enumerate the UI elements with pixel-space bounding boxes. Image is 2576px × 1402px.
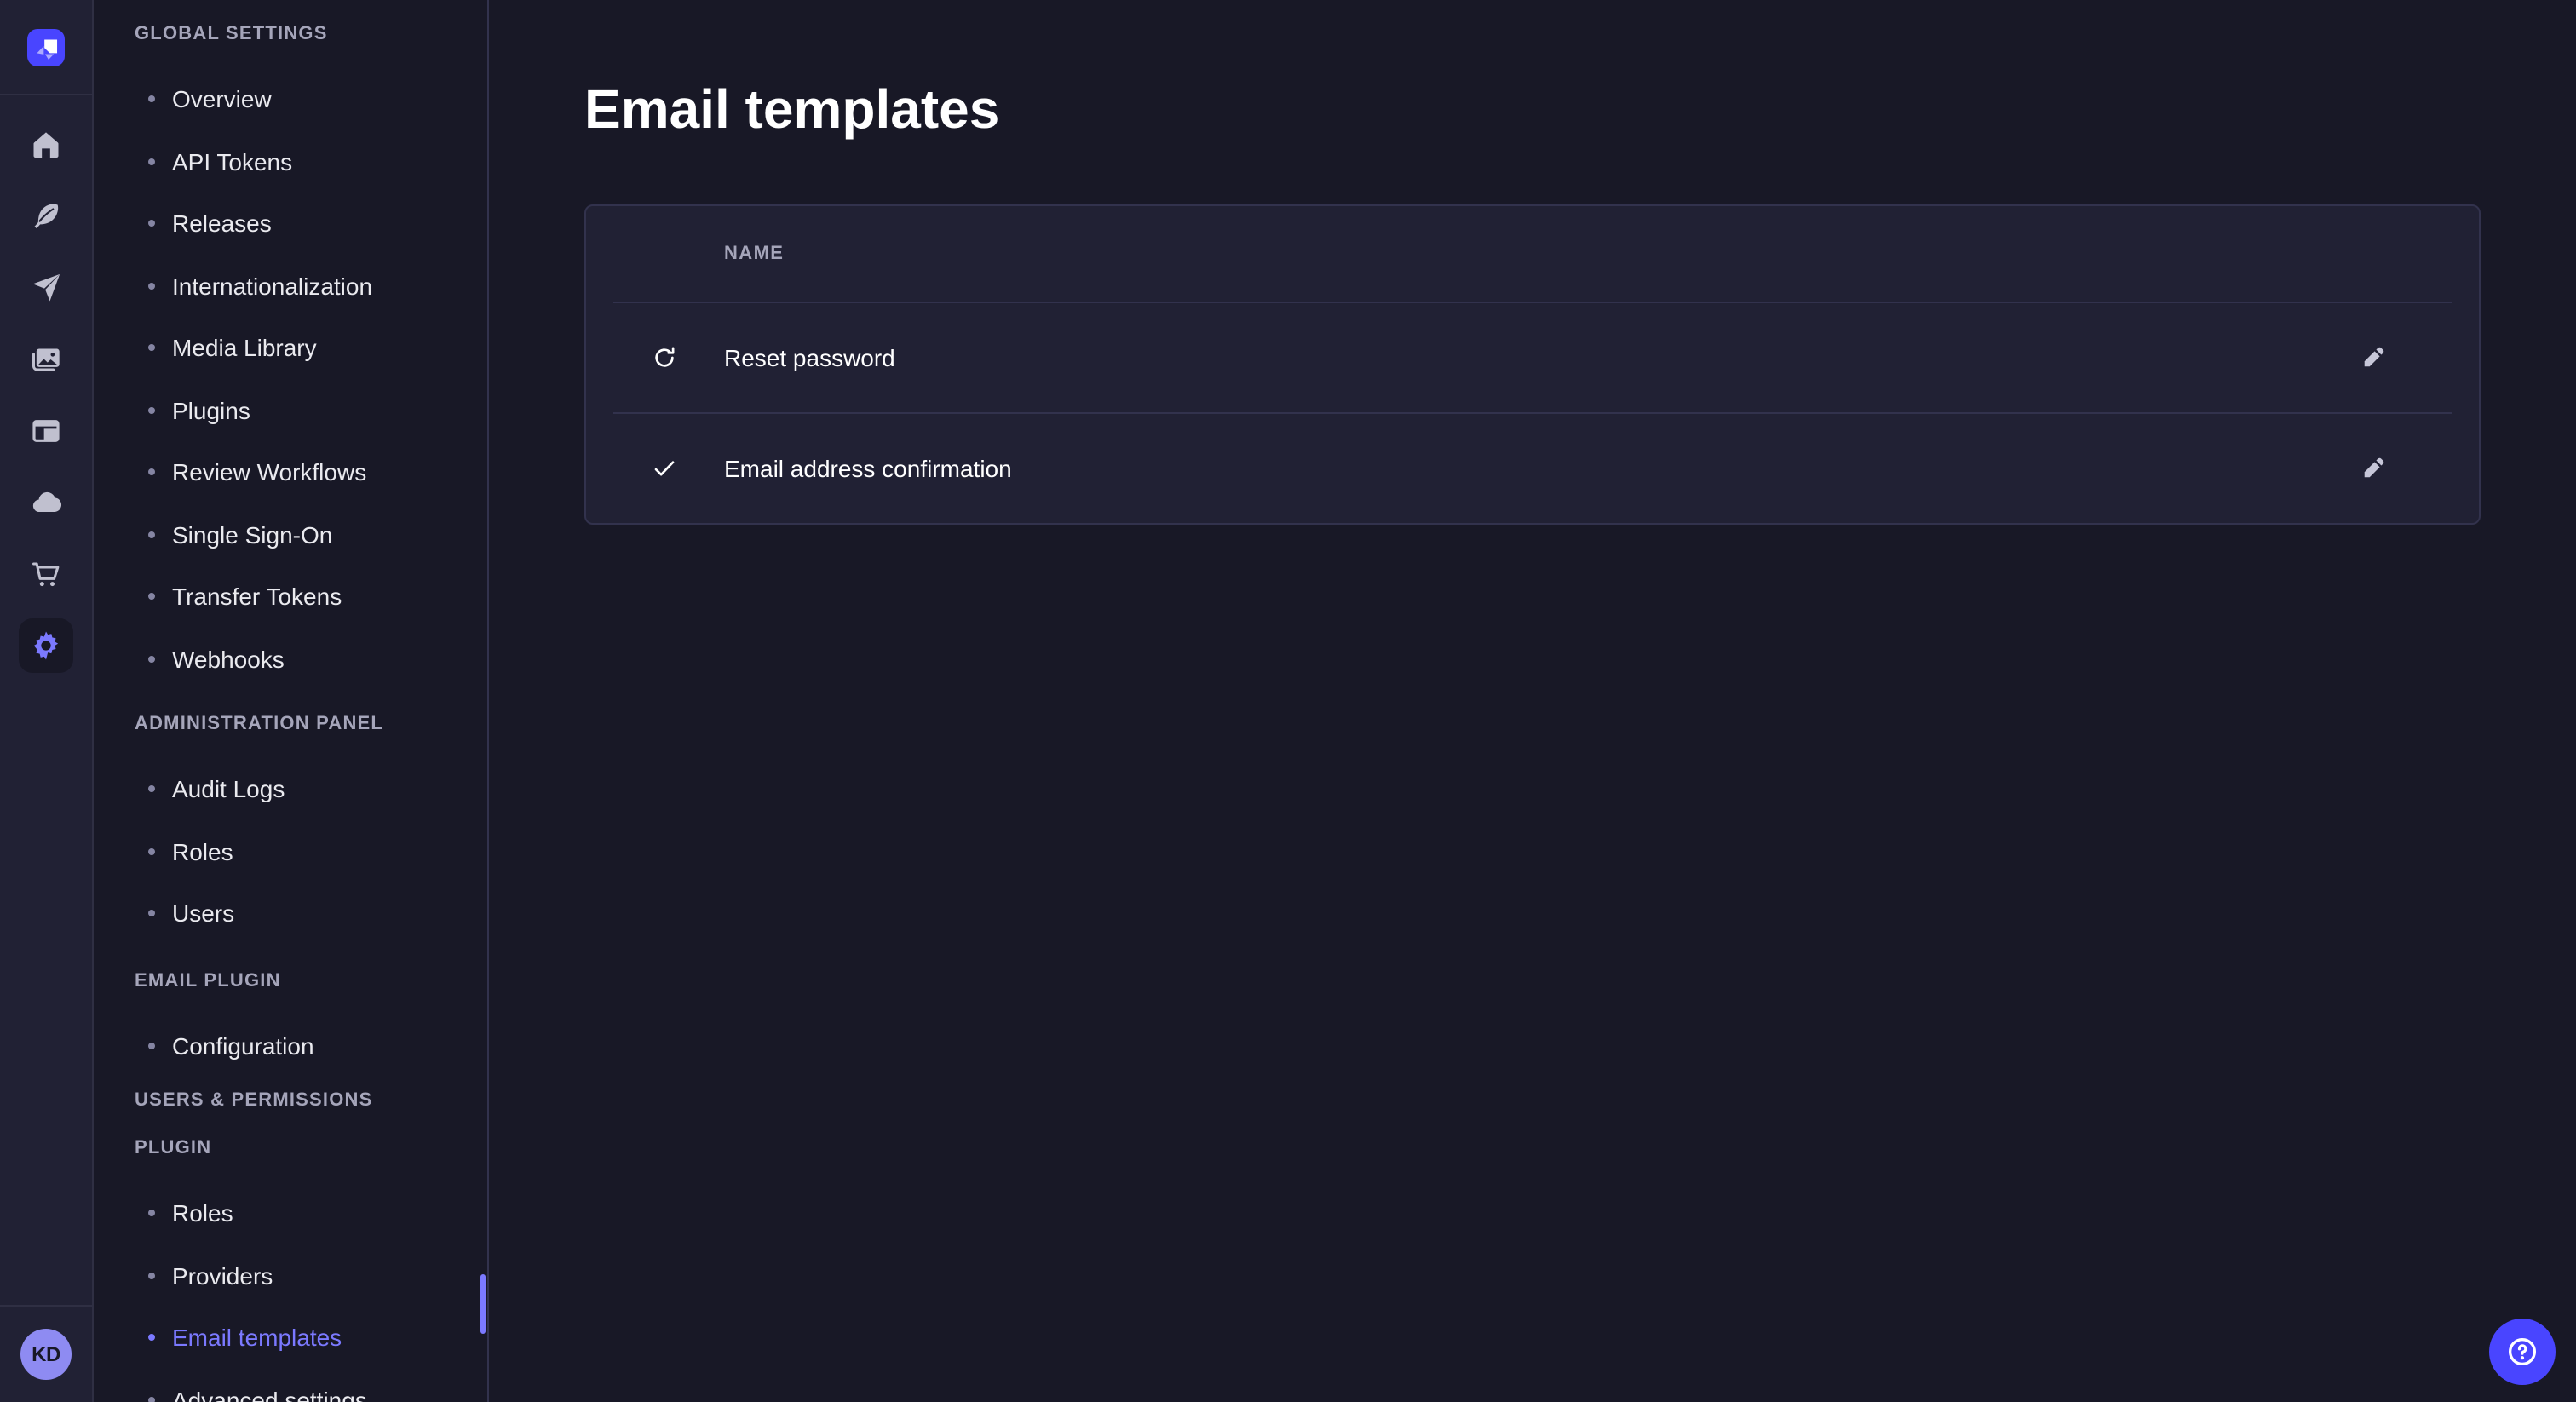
subnav-scrollbar-thumb[interactable]	[480, 1274, 486, 1334]
nav-media-library[interactable]	[19, 332, 73, 387]
bullet-icon	[148, 1397, 155, 1402]
table-row-email-address-confirmation[interactable]: Email address confirmation	[586, 414, 2479, 523]
images-icon	[29, 342, 63, 376]
subnav-section-title-users-permissions-plugin: USERS & PERMISSIONS PLUGIN	[94, 1077, 487, 1172]
bullet-icon	[148, 656, 155, 663]
subnav-item-up-roles[interactable]: Roles	[94, 1182, 487, 1244]
nav-cloud[interactable]	[19, 475, 73, 530]
nav-home[interactable]	[19, 118, 73, 172]
home-icon	[29, 128, 63, 162]
bullet-icon	[148, 911, 155, 917]
email-templates-table: NAME Reset password	[584, 204, 2481, 525]
template-name: Email address confirmation	[724, 455, 2302, 482]
edit-button[interactable]	[2353, 337, 2394, 378]
main-nav-rail: KD	[0, 0, 94, 1402]
nav-settings[interactable]	[19, 618, 73, 673]
bullet-icon	[148, 283, 155, 290]
bullet-icon	[148, 1043, 155, 1049]
subnav-item-audit-logs[interactable]: Audit Logs	[94, 758, 487, 820]
rail-user-section: KD	[0, 1305, 92, 1402]
subnav-section-email-plugin: Configuration	[94, 1014, 487, 1077]
strapi-logo[interactable]	[27, 28, 65, 66]
subnav-item-plugins[interactable]: Plugins	[94, 379, 487, 441]
bullet-icon	[148, 1210, 155, 1217]
layout-icon	[29, 414, 63, 448]
paper-plane-icon	[29, 271, 63, 305]
bullet-icon	[148, 407, 155, 414]
main-content: Email templates NAME Reset password	[489, 0, 2576, 1402]
avatar[interactable]: KD	[20, 1329, 72, 1380]
subnav-item-releases[interactable]: Releases	[94, 192, 487, 255]
bullet-icon	[148, 1335, 155, 1342]
strapi-logo-icon	[32, 32, 60, 61]
subnav-item-email-templates[interactable]: Email templates	[94, 1307, 487, 1369]
nav-content-manager[interactable]	[19, 189, 73, 244]
subnav-item-transfer-tokens[interactable]: Transfer Tokens	[94, 566, 487, 628]
bullet-icon	[148, 221, 155, 227]
nav-releases[interactable]	[19, 261, 73, 315]
bullet-icon	[148, 786, 155, 793]
subnav-section-users-permissions-plugin: Roles Providers Email templates Advanced…	[94, 1182, 487, 1402]
template-type-cell	[586, 344, 724, 371]
column-header-name: NAME	[586, 244, 784, 264]
subnav-item-internationalization[interactable]: Internationalization	[94, 255, 487, 317]
subnav-section-administration-panel: Audit Logs Roles Users	[94, 758, 487, 945]
row-actions	[2302, 448, 2479, 489]
logo-container	[0, 0, 92, 95]
edit-button[interactable]	[2353, 448, 2394, 489]
pencil-icon	[2360, 344, 2387, 371]
nav-marketplace[interactable]	[19, 547, 73, 601]
subnav-item-overview[interactable]: Overview	[94, 68, 487, 130]
app-window: KD GLOBAL SETTINGS Overview API Tokens R…	[0, 0, 2576, 1402]
subnav-section-title-global-settings: GLOBAL SETTINGS	[94, 10, 487, 58]
subnav-item-media-library[interactable]: Media Library	[94, 317, 487, 379]
subnav-item-up-providers[interactable]: Providers	[94, 1244, 487, 1307]
bullet-icon	[148, 531, 155, 538]
subnav-section-title-administration-panel: ADMINISTRATION PANEL	[94, 700, 487, 748]
question-mark-icon	[2504, 1334, 2540, 1370]
bullet-icon	[148, 345, 155, 352]
check-icon	[651, 455, 678, 482]
template-name: Reset password	[724, 344, 2302, 371]
subnav-item-advanced-settings[interactable]: Advanced settings	[94, 1369, 487, 1402]
subnav-item-email-configuration[interactable]: Configuration	[94, 1014, 487, 1077]
feather-icon	[29, 199, 63, 233]
page-title: Email templates	[584, 75, 2481, 143]
subnav-item-api-tokens[interactable]: API Tokens	[94, 130, 487, 192]
template-type-cell	[586, 455, 724, 482]
subnav-section-title-email-plugin: EMAIL PLUGIN	[94, 957, 487, 1004]
settings-subnav: GLOBAL SETTINGS Overview API Tokens Rele…	[94, 0, 489, 1402]
subnav-item-admin-roles[interactable]: Roles	[94, 820, 487, 882]
subnav-section-global-settings: Overview API Tokens Releases Internation…	[94, 68, 487, 690]
subnav-item-single-sign-on[interactable]: Single Sign-On	[94, 503, 487, 566]
nav-content-type-builder[interactable]	[19, 404, 73, 458]
bullet-icon	[148, 594, 155, 600]
help-button[interactable]	[2489, 1319, 2556, 1385]
bullet-icon	[148, 158, 155, 165]
bullet-icon	[148, 1273, 155, 1279]
table-header-row: NAME	[586, 206, 2479, 302]
bullet-icon	[148, 96, 155, 103]
cart-icon	[29, 557, 63, 591]
bullet-icon	[148, 469, 155, 476]
rail-icon-list	[0, 95, 92, 673]
refresh-icon	[651, 344, 678, 371]
pencil-icon	[2360, 455, 2387, 482]
bullet-icon	[148, 848, 155, 855]
table-row-reset-password[interactable]: Reset password	[586, 303, 2479, 412]
subnav-item-webhooks[interactable]: Webhooks	[94, 628, 487, 690]
subnav-item-admin-users[interactable]: Users	[94, 882, 487, 945]
subnav-item-review-workflows[interactable]: Review Workflows	[94, 441, 487, 503]
cloud-icon	[29, 486, 63, 520]
row-actions	[2302, 337, 2479, 378]
gear-icon	[29, 629, 63, 663]
